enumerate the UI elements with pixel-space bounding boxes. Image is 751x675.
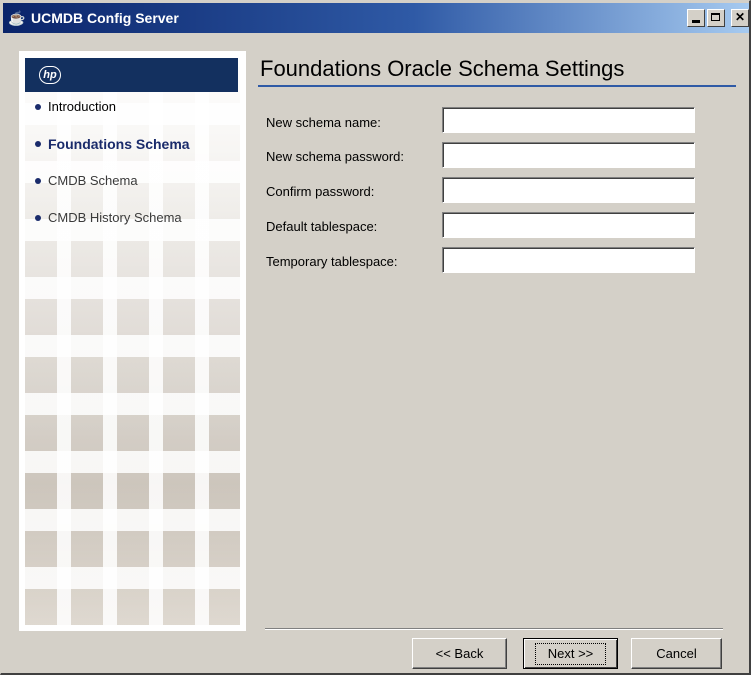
footer-divider <box>265 628 723 630</box>
minimize-icon <box>692 20 700 23</box>
heading-divider <box>258 85 736 87</box>
schema-name-input[interactable] <box>442 107 695 133</box>
temporary-tablespace-label: Temporary tablespace: <box>266 254 398 269</box>
step-label: Foundations Schema <box>48 136 190 152</box>
cancel-button[interactable]: Cancel <box>631 638 722 669</box>
step-label: CMDB History Schema <box>48 210 182 225</box>
java-cup-icon: ☕ <box>8 10 26 26</box>
wizard-step-foundations-schema: Foundations Schema <box>25 136 238 173</box>
title-bar[interactable]: ☕ UCMDB Config Server ✕ <box>3 3 749 33</box>
confirm-password-input[interactable] <box>442 177 695 203</box>
wizard-step-cmdb-history-schema: CMDB History Schema <box>25 210 238 247</box>
step-label: CMDB Schema <box>48 173 138 188</box>
logo-bar: hp <box>25 58 238 92</box>
maximize-icon <box>711 13 720 21</box>
hp-logo: hp <box>39 66 61 84</box>
bullet-icon <box>35 141 41 147</box>
bullet-icon <box>35 178 41 184</box>
page-title: Foundations Oracle Schema Settings <box>260 56 625 81</box>
close-icon: ✕ <box>734 10 746 24</box>
schema-name-label: New schema name: <box>266 115 381 130</box>
maximize-button[interactable] <box>707 9 725 27</box>
next-button[interactable]: Next >> <box>523 638 618 669</box>
next-button-label: Next >> <box>534 643 607 665</box>
bullet-icon <box>35 104 41 110</box>
confirm-password-label: Confirm password: <box>266 184 375 199</box>
step-label: Introduction <box>48 99 116 114</box>
wizard-sidebar: hp Introduction Foundations Schema CMDB … <box>19 51 246 631</box>
schema-password-label: New schema password: <box>266 149 404 164</box>
installer-window: ☕ UCMDB Config Server ✕ hp Introduction … <box>0 0 751 675</box>
minimize-button[interactable] <box>687 9 705 27</box>
close-button[interactable]: ✕ <box>731 9 749 27</box>
back-button[interactable]: << Back <box>412 638 507 669</box>
wizard-steps: Introduction Foundations Schema CMDB Sch… <box>25 99 238 247</box>
temporary-tablespace-input[interactable] <box>442 247 695 273</box>
bullet-icon <box>35 215 41 221</box>
wizard-step-introduction: Introduction <box>25 99 238 136</box>
default-tablespace-input[interactable] <box>442 212 695 238</box>
default-tablespace-label: Default tablespace: <box>266 219 378 234</box>
wizard-step-cmdb-schema: CMDB Schema <box>25 173 238 210</box>
window-title: UCMDB Config Server <box>31 10 179 26</box>
schema-password-input[interactable] <box>442 142 695 168</box>
